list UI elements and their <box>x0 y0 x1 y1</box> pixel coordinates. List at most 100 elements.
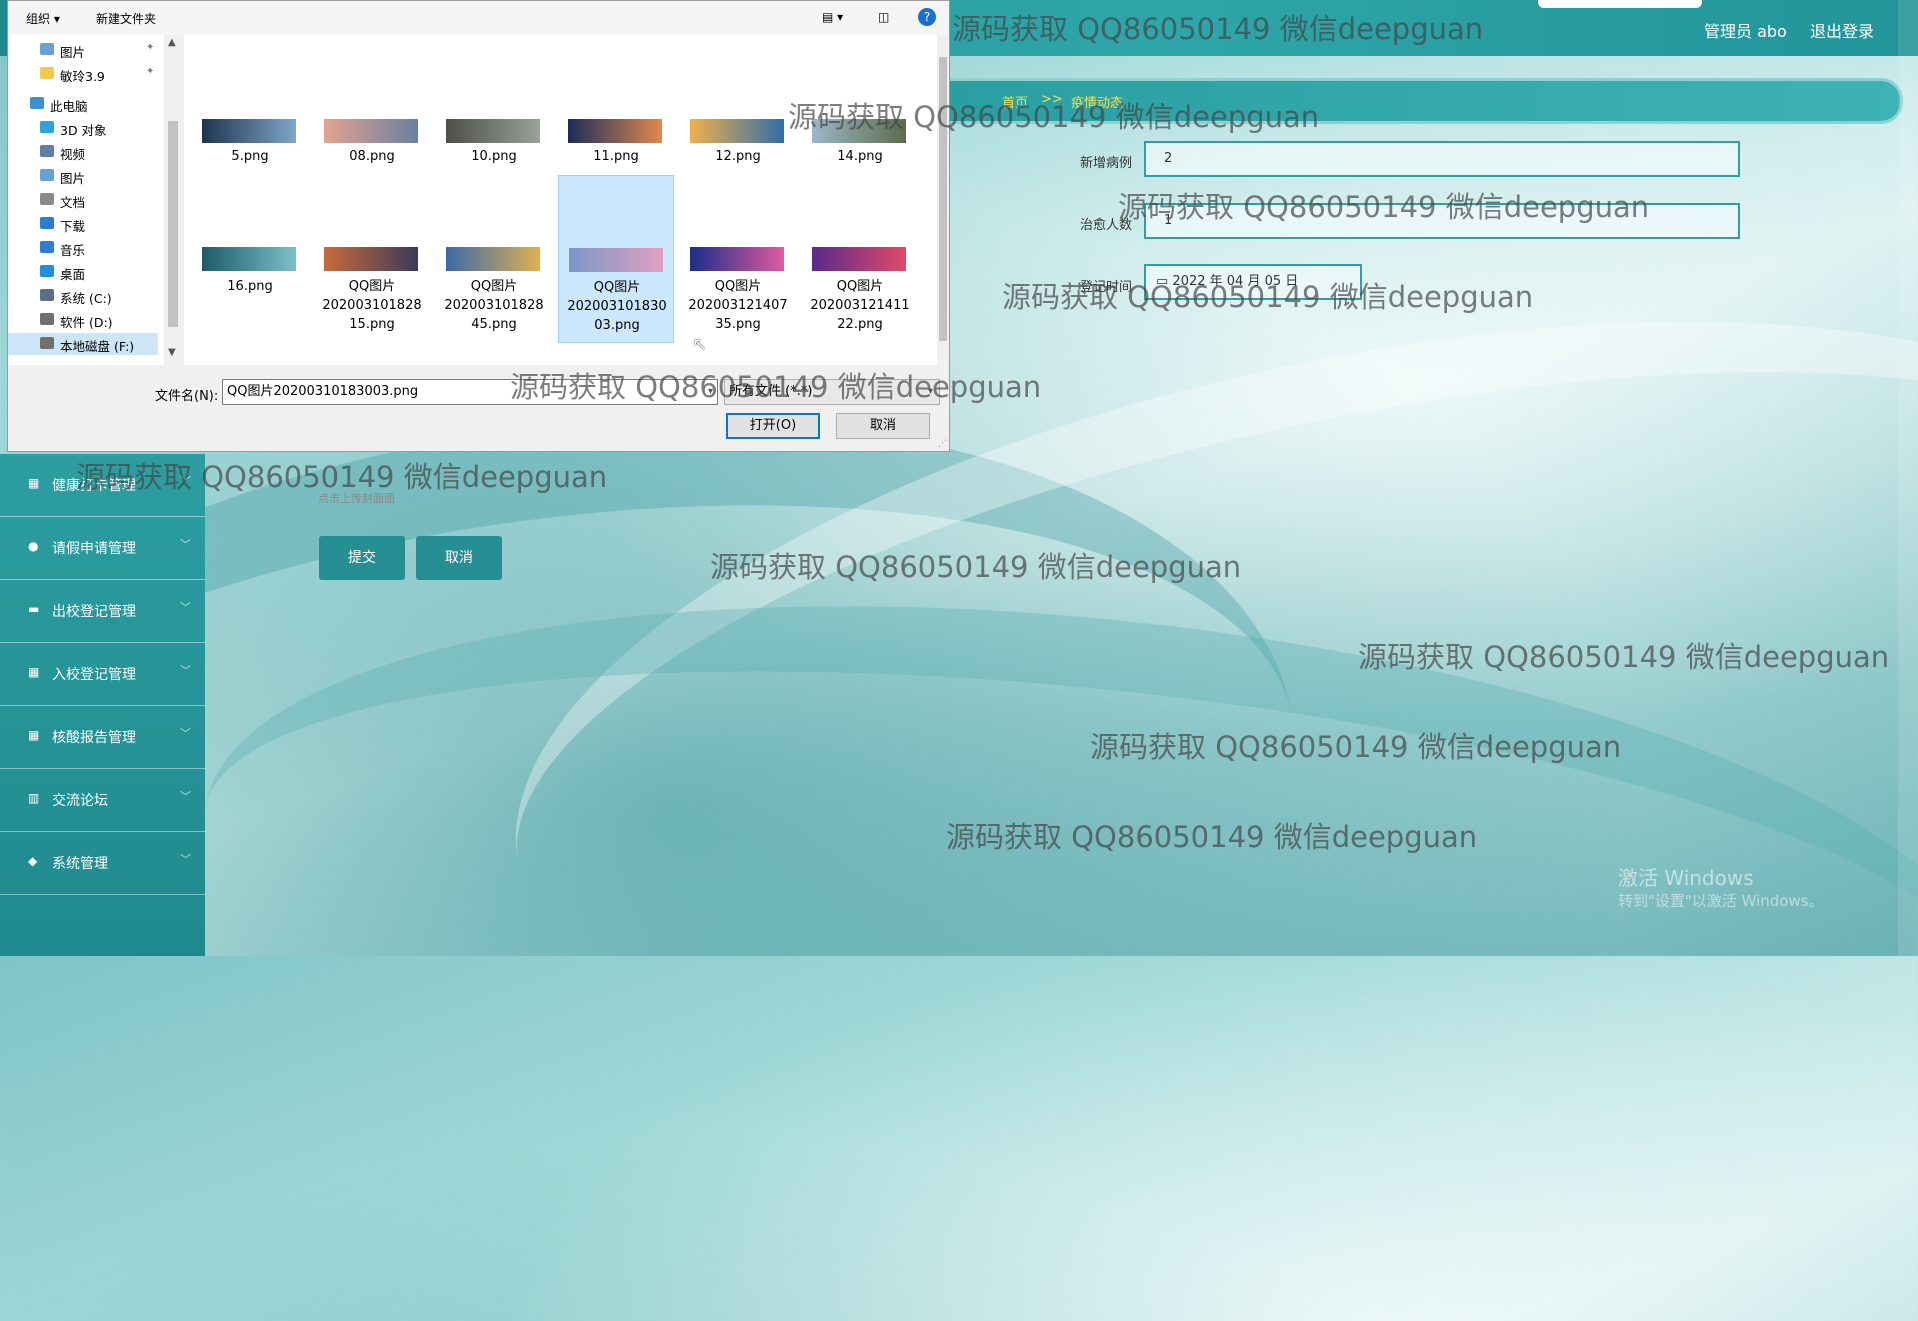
folder-icon <box>40 169 54 181</box>
nav-item[interactable]: 3D 对象 <box>8 117 158 139</box>
nav-item[interactable]: 图片 <box>8 165 158 187</box>
breadcrumb-separator: >> <box>1041 92 1063 107</box>
person-icon: ● <box>28 539 39 553</box>
file-tile[interactable]: 14.png <box>802 109 918 169</box>
register-date-picker[interactable]: ▭ 2022 年 04 月 05 日 <box>1144 264 1362 300</box>
pin-icon: ◆ <box>28 854 38 868</box>
breadcrumb-home[interactable]: 首页 <box>1002 92 1028 111</box>
file-name: 14.png <box>837 149 883 164</box>
scroll-down-icon[interactable]: ▼ <box>168 347 176 358</box>
sidebar-item-leave-request[interactable]: ● 请假申请管理 ﹀ <box>0 517 205 580</box>
filename-input[interactable]: QQ图片20200310183003.png ▾ <box>222 379 718 405</box>
file-name: 202003101830 <box>567 299 667 314</box>
file-tile[interactable]: QQ图片 202003101828 15.png <box>314 175 430 343</box>
navigation-pane: 图片 ✦ 敏玲3.9 ✦ 此电脑 3D 对象 视频 图片 文档 下载 音乐桌面系统 (C:) 软件 (… <box>8 35 166 365</box>
sidebar-item-health-checkin[interactable]: ▦ 健康打卡管理 ﹀ <box>0 454 205 517</box>
dialog-cancel-button[interactable]: 取消 <box>836 413 930 439</box>
file-tile[interactable]: QQ图片 202003121407 35.png <box>680 175 796 343</box>
file-type-select[interactable]: 所有文件 (*.*) ▾ <box>724 379 940 405</box>
submit-button[interactable]: 提交 <box>319 536 405 580</box>
help-icon[interactable]: ? <box>918 8 936 26</box>
nav-item[interactable]: 视频 <box>8 141 158 163</box>
sidebar: ▦ 健康打卡管理 ﹀ ● 请假申请管理 ﹀ ▬ 出校登记管理 ﹀ ▦ 入校登记管… <box>0 454 205 956</box>
sidebar-item-label: 系统管理 <box>52 856 108 872</box>
logout-link[interactable]: 退出登录 <box>1810 18 1874 42</box>
nav-item[interactable]: 本地磁盘 (F:) <box>8 333 158 355</box>
nav-item[interactable]: 敏玲3.9 ✦ <box>8 63 158 85</box>
chevron-down-icon: ﹀ <box>180 475 191 488</box>
chevron-down-icon[interactable]: ▾ <box>708 380 713 404</box>
nav-item-label: 此电脑 <box>50 99 88 114</box>
scroll-up-icon[interactable]: ▲ <box>168 37 176 48</box>
file-type-value: 所有文件 (*.*) <box>729 384 813 399</box>
file-name: 15.png <box>349 317 395 332</box>
sidebar-item-entry-register[interactable]: ▦ 入校登记管理 ﹀ <box>0 643 205 706</box>
scroll-thumb[interactable] <box>168 121 178 327</box>
file-name: 11.png <box>593 149 639 164</box>
folder-icon <box>40 67 54 79</box>
nav-item[interactable]: 下载 <box>8 213 158 235</box>
nav-item[interactable]: 桌面 <box>8 261 158 283</box>
nav-item-label: 桌面 <box>60 267 86 282</box>
resize-grip-icon[interactable]: ⋰ <box>938 439 947 449</box>
nav-item[interactable]: 图片 ✦ <box>8 39 158 61</box>
open-button[interactable]: 打开(O) <box>726 413 820 439</box>
cured-count-input[interactable]: 1 <box>1144 203 1740 239</box>
file-name: 35.png <box>715 317 761 332</box>
nav-item[interactable]: 文档 <box>8 189 158 211</box>
file-tile[interactable]: 10.png <box>436 109 552 169</box>
nav-item-label: 系统 (C:) <box>60 291 112 306</box>
file-name: 202003121407 <box>688 298 788 313</box>
nav-item[interactable]: 软件 (D:) <box>8 309 158 331</box>
nav-item[interactable]: 此电脑 <box>8 93 158 115</box>
new-cases-input[interactable]: 2 <box>1144 141 1740 177</box>
file-tile[interactable]: QQ图片 202003101828 45.png <box>436 175 552 343</box>
breadcrumb: 首页 >> 疫情动态 <box>945 78 1903 124</box>
cancel-button[interactable]: 取消 <box>416 536 502 580</box>
image-thumbnail <box>446 247 540 271</box>
file-tile[interactable]: 08.png <box>314 109 430 169</box>
image-thumbnail <box>324 247 418 271</box>
file-tile[interactable]: QQ图片 202003101830 03.png <box>558 175 674 343</box>
navigation-scrollbar[interactable]: ▲ ▼ <box>164 35 182 365</box>
view-options-icon[interactable]: ▤ ▾ <box>822 10 843 24</box>
sidebar-item-system[interactable]: ◆ 系统管理 ﹀ <box>0 832 205 895</box>
chevron-down-icon: ▾ <box>927 386 933 397</box>
file-name: QQ图片 <box>836 279 884 294</box>
new-cases-label: 新增病例 <box>1079 156 1132 171</box>
sidebar-item-forum[interactable]: ▥ 交流论坛 ﹀ <box>0 769 205 832</box>
file-tile[interactable]: 5.png <box>192 109 308 169</box>
chat-icon: ▬ <box>28 602 40 616</box>
file-tile[interactable]: 12.png <box>680 109 796 169</box>
file-name: QQ图片 <box>348 279 396 294</box>
grid-icon: ▦ <box>28 476 40 490</box>
file-name: QQ图片 <box>470 279 518 294</box>
upload-cover-hint[interactable]: 点击上传封面图 <box>318 490 395 506</box>
file-name: 5.png <box>231 149 269 164</box>
chevron-down-icon: ﹀ <box>180 601 191 614</box>
preview-pane-icon[interactable]: ◫ <box>878 10 889 24</box>
grid-icon: ▦ <box>28 728 40 742</box>
image-thumbnail <box>690 119 784 143</box>
file-tile[interactable]: 11.png <box>558 109 674 169</box>
filename-value: QQ图片20200310183003.png <box>227 384 419 399</box>
image-thumbnail <box>812 119 906 143</box>
file-tile[interactable]: 16.png <box>192 175 308 343</box>
sidebar-item-exit-register[interactable]: ▬ 出校登记管理 ﹀ <box>0 580 205 643</box>
file-grid-scrollbar[interactable] <box>937 35 949 365</box>
image-thumbnail <box>568 119 662 143</box>
page-scrollbar[interactable] <box>1898 0 1918 956</box>
nav-item[interactable]: 系统 (C:) <box>8 285 158 307</box>
new-folder-button[interactable]: 新建文件夹 <box>96 10 156 27</box>
organize-menu[interactable]: 组织 ▾ <box>26 10 60 27</box>
file-tile[interactable]: QQ图片 202003121411 22.png <box>802 175 918 343</box>
nav-item-label: 软件 (D:) <box>60 315 113 330</box>
folder-icon <box>30 97 44 109</box>
activate-windows-hint: 转到"设置"以激活 Windows。 <box>1618 892 1824 910</box>
file-name: 45.png <box>471 317 517 332</box>
nav-item[interactable]: 音乐 <box>8 237 158 259</box>
file-name: 16.png <box>227 279 273 294</box>
sidebar-item-nucleic-report[interactable]: ▦ 核酸报告管理 ﹀ <box>0 706 205 769</box>
scroll-thumb[interactable] <box>939 57 947 341</box>
chevron-down-icon: ﹀ <box>180 853 191 866</box>
